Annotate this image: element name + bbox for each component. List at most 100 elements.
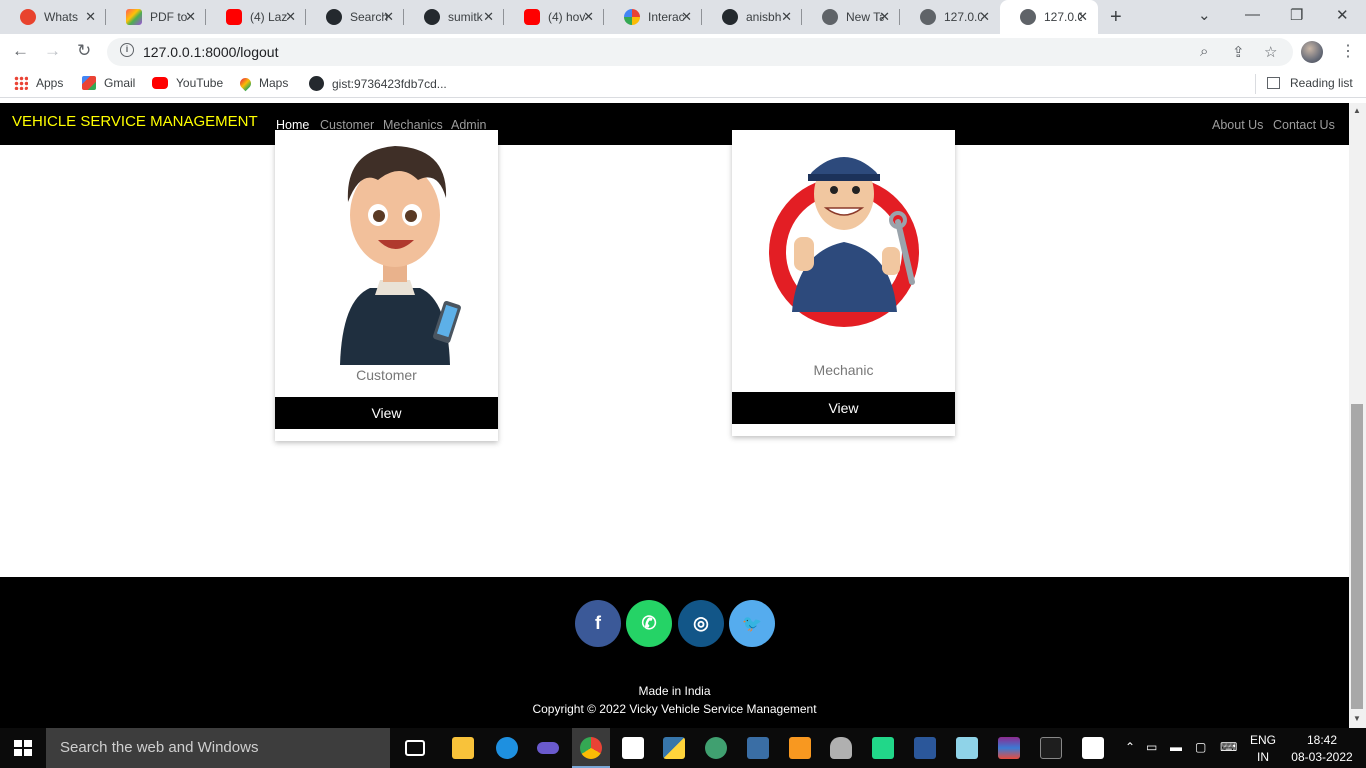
customer-illustration (340, 146, 461, 365)
close-icon[interactable]: ✕ (85, 9, 96, 25)
edge-icon[interactable] (496, 737, 518, 759)
task-view-icon[interactable] (405, 740, 425, 756)
close-icon[interactable]: ✕ (285, 9, 296, 25)
bookmark-gist[interactable]: gist:9736423fdb7cd... (309, 76, 447, 91)
close-icon[interactable]: ✕ (781, 9, 792, 25)
bookmark-gmail[interactable]: Gmail (82, 76, 135, 90)
minimize-icon[interactable]: — (1245, 6, 1260, 23)
github-tab-icon (326, 9, 342, 25)
scroll-thumb[interactable] (1351, 404, 1363, 709)
tray-chevron-icon[interactable]: ⌃ (1125, 740, 1135, 754)
python-icon[interactable] (663, 737, 685, 759)
tab-search-icon[interactable]: ⌄ (1198, 6, 1211, 24)
tab-6[interactable]: Interac ✕ (604, 0, 702, 34)
instagram-icon[interactable]: ◎ (678, 600, 724, 647)
tab-4[interactable]: sumitk ✕ (404, 0, 504, 34)
tab-9[interactable]: 127.0.0 ✕ (900, 0, 1000, 34)
bookmark-label: Maps (259, 76, 289, 90)
close-icon[interactable]: ✕ (681, 9, 692, 25)
taskbar-clock[interactable]: 18:42 08-03-2022 (1290, 732, 1354, 766)
maximize-icon[interactable]: ❐ (1290, 6, 1303, 24)
reading-list[interactable]: Reading list (1267, 76, 1353, 90)
close-icon[interactable]: ✕ (483, 9, 494, 25)
facebook-icon[interactable]: f (575, 600, 621, 647)
nav-about-us[interactable]: About Us (1212, 118, 1263, 132)
infinity-app-icon[interactable] (537, 742, 559, 754)
tab-1[interactable]: PDF to ✕ (106, 0, 206, 34)
mysql-workbench-icon[interactable] (747, 737, 769, 759)
reload-icon[interactable]: ↻ (77, 41, 91, 61)
mechanic-view-button[interactable]: View (732, 392, 955, 424)
photos-icon[interactable] (1082, 737, 1104, 759)
keyboard-icon[interactable]: ⌨ (1220, 740, 1237, 754)
profile-avatar[interactable] (1301, 41, 1323, 63)
store-icon[interactable] (622, 737, 644, 759)
bookmark-star-icon[interactable]: ☆ (1264, 43, 1277, 61)
bookmark-youtube[interactable]: YouTube (152, 76, 223, 90)
tab-7[interactable]: anisbh ✕ (702, 0, 802, 34)
tab-3[interactable]: Search ✕ (306, 0, 404, 34)
mechanic-illustration (769, 157, 919, 327)
bookmark-maps[interactable]: Maps (237, 75, 289, 91)
chrome-icon[interactable] (580, 737, 602, 759)
site-info-icon[interactable]: i (120, 43, 134, 57)
network-icon[interactable]: ▭ (1146, 740, 1157, 754)
windows-start-icon[interactable] (14, 740, 32, 756)
globe-tab-icon (920, 9, 936, 25)
tab-title: PDF to (150, 10, 188, 24)
scroll-up-icon[interactable]: ▲ (1353, 106, 1361, 115)
mechanic-card: Mechanic View (732, 130, 955, 436)
pycharm-icon[interactable] (872, 737, 894, 759)
close-icon[interactable]: ✕ (879, 9, 890, 25)
twitter-icon[interactable]: 🐦 (729, 600, 775, 647)
tab-active[interactable]: 127.0.0 ✕ (1000, 0, 1098, 34)
share-icon[interactable]: ⇪ (1232, 43, 1245, 61)
close-icon[interactable]: ✕ (185, 9, 196, 25)
forward-icon[interactable]: → (44, 41, 61, 61)
language-indicator[interactable]: ENG IN (1250, 732, 1276, 766)
youtube-tab-icon (226, 9, 242, 25)
winrar-icon[interactable] (998, 737, 1020, 759)
brand-title[interactable]: VEHICLE SERVICE MANAGEMENT (12, 113, 258, 130)
tab-title: Whats (44, 10, 79, 24)
url-text[interactable]: 127.0.0.1:8000/logout (143, 44, 278, 60)
zoom-icon[interactable]: ⌕ (1200, 43, 1208, 60)
terminal-icon[interactable] (1040, 737, 1062, 759)
tab-5[interactable]: (4) hov ✕ (504, 0, 604, 34)
tab-8[interactable]: New Ta ✕ (802, 0, 900, 34)
atom-icon[interactable] (705, 737, 727, 759)
tab-0[interactable]: Whats ✕ (0, 0, 106, 34)
bookmark-label: Apps (36, 76, 64, 90)
github-tab-icon (722, 9, 738, 25)
scroll-down-icon[interactable]: ▼ (1353, 714, 1361, 723)
close-icon[interactable]: ✕ (383, 9, 394, 25)
tab-2[interactable]: (4) Laz ✕ (206, 0, 306, 34)
apps-grid-icon (14, 76, 28, 90)
card-label: Customer (356, 367, 417, 383)
address-bar[interactable] (107, 38, 1293, 66)
menu-icon[interactable]: ⋮ (1340, 41, 1356, 61)
google-tab-icon (624, 9, 640, 25)
whatsapp-icon[interactable]: ✆ (626, 600, 672, 647)
customer-view-button[interactable]: View (275, 397, 498, 429)
clock-time: 18:42 (1306, 733, 1338, 747)
notes-app-icon[interactable] (956, 737, 978, 759)
bookmark-apps[interactable]: Apps (14, 76, 63, 90)
close-icon[interactable]: ✕ (583, 9, 594, 25)
database-icon[interactable] (830, 737, 852, 759)
nav-contact-us[interactable]: Contact Us (1273, 118, 1335, 132)
globe-tab-icon (1020, 9, 1036, 25)
close-icon[interactable]: ✕ (979, 9, 990, 25)
window-close-icon[interactable]: ✕ (1336, 6, 1349, 24)
sublime-icon[interactable] (789, 737, 811, 759)
word-icon[interactable] (914, 737, 936, 759)
new-tab-button[interactable]: + (1110, 6, 1122, 29)
youtube-icon (152, 77, 168, 89)
reading-list-icon (1267, 77, 1280, 89)
close-icon[interactable]: ✕ (1077, 9, 1088, 25)
back-icon[interactable]: ← (12, 41, 29, 61)
battery-icon[interactable]: ▬ (1170, 740, 1182, 754)
notification-icon[interactable]: ▢ (1195, 740, 1206, 754)
file-explorer-icon[interactable] (452, 737, 474, 759)
taskbar-search-box[interactable]: Search the web and Windows (46, 728, 390, 768)
